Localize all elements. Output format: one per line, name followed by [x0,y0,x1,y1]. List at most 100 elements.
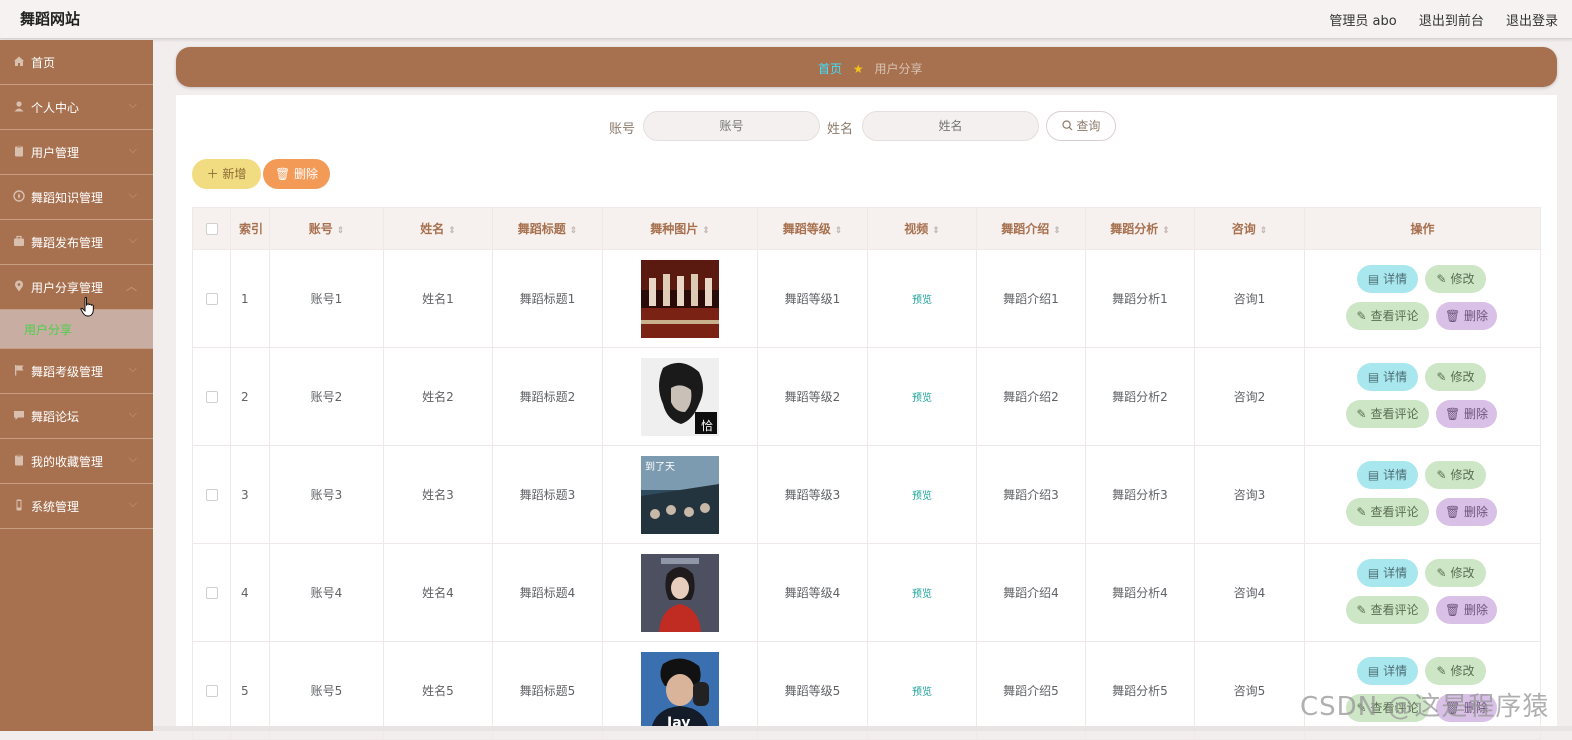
detail-button[interactable]: ▤ 详情 [1357,657,1418,685]
name-search-input[interactable] [862,111,1039,141]
detail-button[interactable]: ▤ 详情 [1357,461,1418,489]
cell-account: 账号3 [269,445,384,544]
video-preview-link[interactable]: 预览 [912,589,932,600]
horizontal-scrollbar[interactable] [153,726,1572,731]
sidebar-item-system[interactable]: 系统管理 ⌵ [0,484,153,529]
sort-icon[interactable]: ⇕ [702,226,710,236]
column-header-title[interactable]: 舞蹈标题 ⇕ [492,207,603,250]
sidebar-item-dance-forum[interactable]: 舞蹈论坛 ⌵ [0,394,153,439]
sort-icon[interactable]: ⇕ [932,226,940,236]
row-checkbox[interactable] [205,391,218,403]
dance-thumbnail[interactable] [603,553,757,632]
sidebar-item-dance-exam[interactable]: 舞蹈考级管理 ⌵ [0,349,153,394]
sidebar-item-user-share[interactable]: 用户分享管理 ︿ [0,265,153,310]
sort-icon[interactable]: ⇕ [448,226,456,236]
edit-button[interactable]: ✎ 修改 [1425,559,1486,587]
row-select-cell[interactable] [192,641,231,740]
row-delete-button[interactable]: 🗑 删除 [1436,400,1497,428]
detail-button[interactable]: ▤ 详情 [1357,265,1418,293]
column-header-analysis[interactable]: 舞蹈分析 ⇕ [1085,207,1195,250]
select-all-cell[interactable] [192,207,231,250]
row-delete-button[interactable]: 🗑 删除 [1436,302,1497,330]
column-header-label: 舞种图片 [650,222,699,236]
row-delete-button[interactable]: 🗑 删除 [1436,498,1497,526]
document-icon: ▤ [1367,664,1380,678]
detail-button[interactable]: ▤ 详情 [1357,559,1418,587]
sidebar-item-user-management[interactable]: 用户管理 ⌵ [0,130,153,175]
query-button[interactable]: 查询 [1046,111,1116,141]
sidebar-item-label: 舞蹈考级管理 [31,365,104,379]
select-all-checkbox[interactable] [205,223,218,235]
column-header-image[interactable]: 舞种图片 ⇕ [602,207,758,250]
mouse-pointer-icon [80,297,94,317]
sidebar-item-dance-publish[interactable]: 舞蹈发布管理 ⌵ [0,220,153,265]
table-row[interactable]: 4 账号4 姓名4 舞蹈标题4 舞蹈等级4 预览 舞蹈介绍4 舞蹈分析4 咨询4 ▤ 详情 ✎ 修改… [192,543,1541,642]
table-row[interactable]: 2 账号2 姓名2 舞蹈标题2 恰舞蹈等级2 预览 舞蹈介绍2 舞蹈分析2 咨询2 ▤ 详情 ✎ 修… [192,347,1541,446]
dance-thumbnail[interactable]: 恰 [603,357,757,436]
column-header-name[interactable]: 姓名 ⇕ [383,207,493,250]
row-delete-button[interactable]: 🗑 删除 [1436,596,1497,624]
video-preview-link[interactable]: 预览 [912,393,932,404]
row-checkbox[interactable] [205,587,218,599]
view-comments-button[interactable]: ✎ 查看评论 [1346,498,1429,526]
column-header-level[interactable]: 舞蹈等级 ⇕ [757,207,868,250]
sidebar-item-dance-knowledge[interactable]: 舞蹈知识管理 ⌵ [0,175,153,220]
column-header-video[interactable]: 视频 ⇕ [867,207,977,250]
cell-name: 姓名5 [383,641,493,740]
column-header-intro[interactable]: 舞蹈介绍 ⇕ [976,207,1086,250]
row-checkbox[interactable] [205,685,218,697]
column-header-consult[interactable]: 咨询 ⇕ [1194,207,1305,250]
pencil-icon: ✎ [1356,603,1367,617]
column-header-account[interactable]: 账号 ⇕ [269,207,384,250]
clipboard-icon [13,145,25,157]
cell-account: 账号1 [269,249,384,348]
view-comments-button-label: 查看评论 [1370,505,1419,519]
back-to-front-link[interactable]: 退出到前台 [1419,14,1484,29]
view-comments-button[interactable]: ✎ 查看评论 [1346,596,1429,624]
row-select-cell[interactable] [192,347,231,446]
edit-button[interactable]: ✎ 修改 [1425,461,1486,489]
row-delete-button-label: 删除 [1464,407,1489,421]
dance-thumbnail[interactable]: 到了天 [603,455,757,534]
sort-icon[interactable]: ⇕ [1053,226,1061,236]
sort-icon[interactable]: ⇕ [337,226,345,236]
edit-button[interactable]: ✎ 修改 [1425,657,1486,685]
table-row[interactable]: 1 账号1 姓名1 舞蹈标题1 舞蹈等级1 预览 舞蹈介绍1 舞蹈分析1 咨询1 ▤ 详情 ✎ 修改… [192,249,1541,348]
batch-delete-button[interactable]: 🗑 删除 [263,159,330,189]
sort-icon[interactable]: ⇕ [1162,226,1170,236]
video-preview-link[interactable]: 预览 [912,491,932,502]
edit-button[interactable]: ✎ 修改 [1425,363,1486,391]
logout-link[interactable]: 退出登录 [1506,14,1558,29]
sidebar-subitem-label: 用户分享 [24,323,73,337]
sort-icon[interactable]: ⇕ [1260,226,1268,236]
row-select-cell[interactable] [192,249,231,348]
dance-thumbnail[interactable]: Jay [603,651,757,730]
sidebar-item-personal-center[interactable]: 个人中心 ⌵ [0,85,153,130]
row-select-cell[interactable] [192,543,231,642]
account-search-input[interactable] [643,111,820,141]
edit-button[interactable]: ✎ 修改 [1425,265,1486,293]
detail-button[interactable]: ▤ 详情 [1357,363,1418,391]
view-comments-button[interactable]: ✎ 查看评论 [1346,400,1429,428]
row-checkbox[interactable] [205,489,218,501]
sort-icon[interactable]: ⇕ [570,226,578,236]
video-preview-link[interactable]: 预览 [912,295,932,306]
view-comments-button-label: 查看评论 [1370,309,1419,323]
home-icon [13,55,25,67]
view-comments-button[interactable]: ✎ 查看评论 [1346,302,1429,330]
row-select-cell[interactable] [192,445,231,544]
table-row[interactable]: 3 账号3 姓名3 舞蹈标题3 到了天 舞蹈等级3 预览 舞蹈介绍3 舞蹈分析3 咨询3 ▤ 详情 ✎… [192,445,1541,544]
sidebar-subitem-user-share[interactable]: 用户分享 [0,310,153,349]
row-checkbox[interactable] [205,293,218,305]
sidebar-item-my-favorites[interactable]: 我的收藏管理 ⌵ [0,439,153,484]
breadcrumb-home[interactable]: 首页 [818,62,842,76]
video-preview-link[interactable]: 预览 [912,687,932,698]
cell-consult: 咨询4 [1194,543,1305,642]
dance-thumbnail[interactable] [603,259,757,338]
sort-icon[interactable]: ⇕ [835,226,843,236]
sidebar-item-home[interactable]: 首页 [0,40,153,85]
user-icon [13,100,25,112]
sidebar: 首页 个人中心 ⌵ 用户管理 ⌵ 舞蹈知识管理 ⌵ 舞蹈发布管理 ⌵ 用户分享管… [0,40,153,731]
add-button[interactable]: ＋ 新增 [192,159,261,189]
cell-video: 预览 [867,445,977,544]
